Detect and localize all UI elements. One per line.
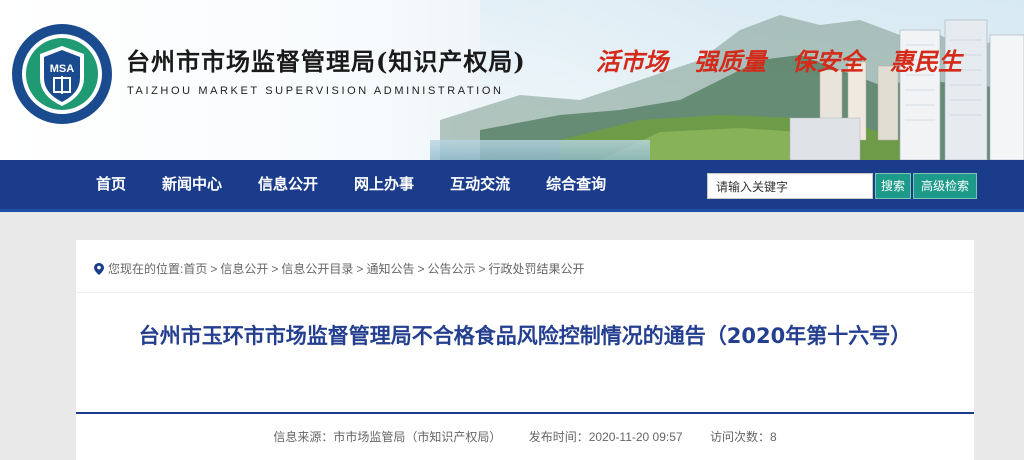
breadcrumb-separator: >	[417, 261, 425, 276]
breadcrumb-announcements[interactable]: 公告公示	[427, 260, 475, 277]
nav-item-online-services[interactable]: 网上办事	[338, 160, 430, 209]
site-subtitle: TAIZHOU MARKET SUPERVISION ADMINISTRATIO…	[127, 85, 504, 97]
breadcrumb-info-catalog[interactable]: 信息公开目录	[281, 260, 353, 277]
location-pin-icon	[94, 262, 104, 275]
search-button[interactable]: 搜索	[875, 173, 911, 199]
nav-item-info-disclosure[interactable]: 信息公开	[242, 160, 334, 209]
search-input[interactable]	[707, 173, 873, 199]
nav-items: 首页 新闻中心 信息公开 网上办事 互动交流 综合查询	[80, 160, 622, 209]
breadcrumb-separator: >	[356, 261, 364, 276]
article-title: 台州市玉环市市场监督管理局不合格食品风险控制情况的通告（2020年第十六号）	[138, 324, 912, 348]
nav-item-interaction[interactable]: 互动交流	[434, 160, 526, 209]
nav-item-home[interactable]: 首页	[80, 160, 142, 209]
title-divider	[76, 412, 974, 414]
nav-item-query[interactable]: 综合查询	[530, 160, 622, 209]
breadcrumb-separator: >	[478, 261, 486, 276]
nav-item-news[interactable]: 新闻中心	[146, 160, 238, 209]
advanced-search-button[interactable]: 高级检索	[913, 173, 977, 199]
slogan-4: 惠民生	[890, 47, 962, 76]
slogan-2: 强质量	[694, 47, 766, 76]
city-landscape-image	[430, 0, 1024, 160]
breadcrumb-penalty-results[interactable]: 行政处罚结果公开	[489, 260, 585, 277]
msa-logo: MSA	[12, 24, 112, 124]
article-views: 访问次数：8	[709, 430, 777, 444]
breadcrumb-notices[interactable]: 通知公告	[366, 260, 414, 277]
breadcrumb: 您现在的位置: 首页 > 信息公开 > 信息公开目录 > 通知公告 > 公告公示…	[94, 260, 585, 277]
slogan-1: 活市场	[596, 47, 668, 76]
breadcrumb-home[interactable]: 首页	[183, 260, 207, 277]
breadcrumb-separator: >	[210, 261, 218, 276]
article-meta: 信息来源：市市场监管局（市知识产权局） 发布时间：2020-11-20 09:5…	[76, 428, 974, 445]
breadcrumb-divider	[76, 292, 974, 293]
article-card: 您现在的位置: 首页 > 信息公开 > 信息公开目录 > 通知公告 > 公告公示…	[76, 240, 974, 460]
site-banner: MSA 台州市市场监督管理局(知识产权局) TAIZHOU MARKET SUP…	[0, 0, 1024, 160]
site-title: 台州市市场监督管理局(知识产权局)	[126, 47, 526, 76]
breadcrumb-separator: >	[271, 261, 279, 276]
breadcrumb-prefix: 您现在的位置:	[108, 262, 184, 276]
slogan-3: 保安全	[792, 47, 864, 76]
article-publish-time: 发布时间：2020-11-20 09:57	[528, 430, 683, 444]
article-source: 信息来源：市市场监管局（市知识产权局）	[273, 430, 502, 444]
slogans: 活市场 强质量 保安全 惠民生	[596, 42, 962, 77]
main-nav: 首页 新闻中心 信息公开 网上办事 互动交流 综合查询 搜索 高级检索	[0, 160, 1024, 212]
logo-text: MSA	[50, 63, 75, 75]
breadcrumb-info-disclosure[interactable]: 信息公开	[220, 260, 268, 277]
